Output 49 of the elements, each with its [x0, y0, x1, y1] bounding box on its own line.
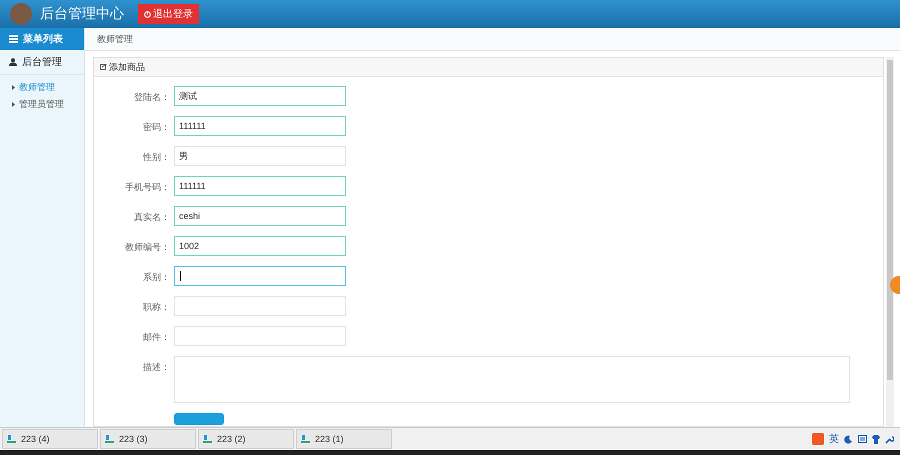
field-label: 密码： [142, 121, 171, 134]
taskbar-window[interactable]: 223 (4) [2, 429, 98, 449]
input-field[interactable]: 1002 [174, 236, 346, 256]
submit-button[interactable] [174, 413, 224, 425]
field-label: 职称： [142, 301, 171, 314]
breadcrumb: 教师管理 [97, 32, 133, 46]
input-field[interactable]: ceshi [174, 206, 346, 226]
window-icon [105, 435, 114, 443]
window-icon [301, 435, 310, 443]
field-label: 系别： [142, 271, 171, 284]
input-field[interactable] [174, 266, 346, 286]
keyboard-icon[interactable] [858, 435, 867, 443]
textarea-field[interactable] [174, 356, 850, 403]
user-icon [9, 58, 17, 66]
field-label: 性别： [142, 151, 171, 164]
taskbar-window[interactable]: 223 (2) [198, 429, 294, 449]
menu-item[interactable]: 管理员管理 [0, 96, 76, 113]
taskbar-window[interactable]: 223 (1) [296, 429, 392, 449]
caret-icon [12, 102, 15, 107]
input-field[interactable]: 男 [174, 146, 346, 166]
text-cursor-icon [180, 271, 181, 281]
shirt-icon[interactable] [872, 434, 880, 444]
ime-logo-icon[interactable] [812, 433, 824, 445]
menu-icon [9, 35, 18, 43]
moon-icon[interactable] [844, 434, 853, 444]
field-label: 登陆名： [133, 91, 171, 104]
input-field[interactable]: 测试 [174, 86, 346, 106]
window-icon [7, 435, 16, 443]
sidebar-heading: 菜单列表 [23, 32, 63, 46]
field-label: 教师编号： [124, 241, 171, 254]
edit-icon [100, 64, 107, 70]
scrollbar[interactable] [886, 57, 894, 427]
field-label: 描述： [142, 361, 171, 374]
panel-title: 添加商品 [109, 60, 145, 74]
caret-icon [12, 85, 15, 90]
menu-group[interactable]: 后台管理 [0, 50, 84, 75]
taskbar-window[interactable]: 223 (3) [100, 429, 196, 449]
field-label: 手机号码： [124, 181, 171, 194]
power-icon [144, 10, 151, 18]
avatar-icon [10, 3, 32, 25]
field-label: 真实名： [133, 211, 171, 224]
ime-language[interactable]: 英 [829, 432, 839, 446]
window-icon [203, 435, 212, 443]
wrench-icon[interactable] [885, 434, 894, 444]
logout-button[interactable]: 退出登录 [138, 4, 199, 24]
input-field[interactable]: 111111 [174, 116, 346, 136]
field-label: 邮件： [142, 331, 171, 344]
site-title: 后台管理中心 [40, 5, 124, 23]
input-field[interactable]: 111111 [174, 176, 346, 196]
